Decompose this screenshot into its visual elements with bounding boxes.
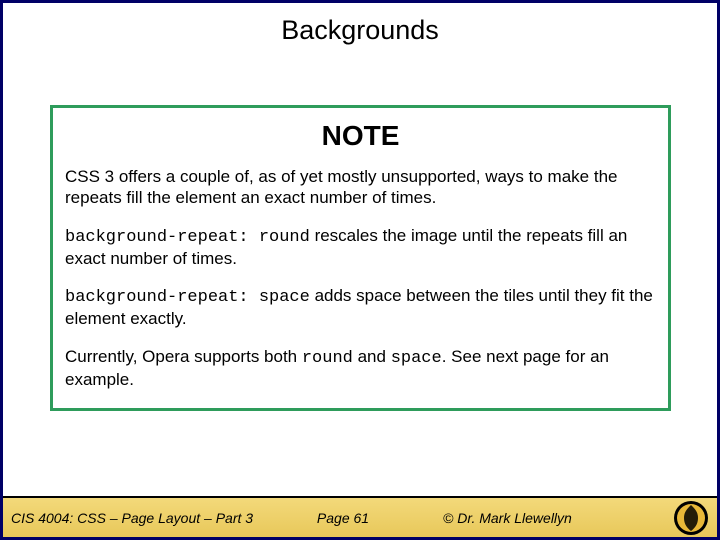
text-span: and	[353, 347, 391, 366]
code-background-repeat-space: background-repeat: space	[65, 288, 310, 307]
note-box: NOTE CSS 3 offers a couple of, as of yet…	[50, 105, 671, 411]
footer: CIS 4004: CSS – Page Layout – Part 3 Pag…	[3, 496, 717, 537]
text-span: Currently, Opera supports both	[65, 347, 302, 366]
footer-page: Page 61	[283, 510, 403, 526]
footer-course: CIS 4004: CSS – Page Layout – Part 3	[3, 510, 283, 526]
code-space: space	[391, 349, 442, 368]
code-background-repeat-round: background-repeat: round	[65, 228, 310, 247]
note-paragraph-4: Currently, Opera supports both round and…	[65, 346, 656, 391]
content-area: NOTE CSS 3 offers a couple of, as of yet…	[3, 50, 717, 496]
slide: Backgrounds NOTE CSS 3 offers a couple o…	[0, 0, 720, 540]
ucf-logo-icon	[673, 500, 709, 536]
slide-title: Backgrounds	[3, 3, 717, 50]
code-round: round	[302, 349, 353, 368]
footer-author: © Dr. Mark Llewellyn	[403, 510, 572, 526]
note-paragraph-2: background-repeat: round rescales the im…	[65, 225, 656, 270]
note-heading: NOTE	[65, 120, 656, 152]
note-paragraph-3: background-repeat: space adds space betw…	[65, 285, 656, 330]
note-paragraph-1: CSS 3 offers a couple of, as of yet most…	[65, 166, 656, 209]
